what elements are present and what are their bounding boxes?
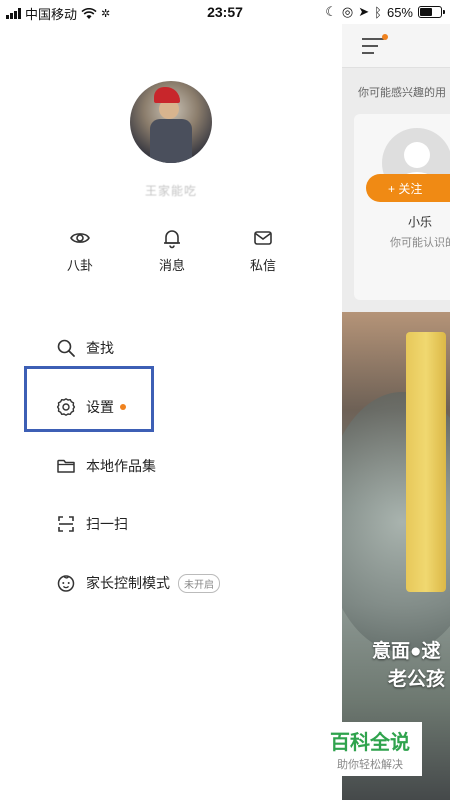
settings-highlight-box <box>24 366 154 432</box>
suggestion-heading: 你可能感兴趣的用 <box>358 87 446 99</box>
lock-rotation-icon: ◎ <box>341 4 354 19</box>
battery-percent: 65% <box>386 4 413 20</box>
menu-item-scan[interactable]: 扫一扫 <box>56 509 128 539</box>
menu-item-search[interactable]: 查找 <box>56 333 114 363</box>
suggestion-subtitle: 你可能认识的 <box>390 237 450 249</box>
menu-item-local-collection[interactable]: 本地作品集 <box>56 451 156 481</box>
location-icon: ➤ <box>358 4 370 19</box>
bell-icon <box>164 230 180 249</box>
quick-action-label: 消息 <box>158 258 185 273</box>
noodles-image <box>406 332 446 592</box>
quick-action-gossip[interactable]: 八卦 <box>52 227 108 274</box>
feed-topbar <box>342 24 450 68</box>
status-bar: 中国移动 ✲ 23:57 ☾ ◎ ➤ ᛒ 65% <box>0 0 450 24</box>
video-caption: 意面●逑 <box>372 641 441 662</box>
menu-item-label: 扫一扫 <box>86 516 128 532</box>
child-face-icon <box>57 575 75 592</box>
watermark: 百科全说 助你轻松解决 <box>318 722 422 776</box>
moon-icon: ☾ <box>325 4 337 19</box>
username[interactable]: 王家能吃 <box>0 182 342 199</box>
side-drawer: 王家能吃 八卦 消息 私信 查找 设置 本地作品集 扫一扫 家长控制模式 未开启 <box>0 24 342 800</box>
scan-icon <box>58 516 74 532</box>
menu-item-label: 查找 <box>86 340 114 356</box>
quick-action-label: 八卦 <box>66 258 93 273</box>
follow-button[interactable]: + 关注 <box>366 174 450 202</box>
quick-action-direct-message[interactable]: 私信 <box>235 227 291 274</box>
eye-icon <box>70 233 90 243</box>
folder-icon <box>57 459 75 473</box>
notification-dot <box>382 34 388 40</box>
avatar[interactable] <box>130 81 212 163</box>
video-caption: 老公孩 <box>388 669 446 690</box>
suggestion-name: 小乐 <box>408 215 433 229</box>
status-badge: 未开启 <box>178 573 220 593</box>
battery-icon <box>418 6 445 18</box>
suggestion-card[interactable]: 小乐 你可能认识的 <box>354 114 450 300</box>
quick-action-label: 私信 <box>249 258 276 273</box>
watermark-title: 百科全说 <box>330 732 410 754</box>
menu-item-label: 本地作品集 <box>86 458 156 474</box>
search-icon <box>57 339 75 357</box>
menu-item-parental-control[interactable]: 家长控制模式 未开启 <box>56 568 220 598</box>
menu-icon[interactable] <box>362 38 384 59</box>
quick-action-messages[interactable]: 消息 <box>144 227 200 274</box>
mail-icon <box>254 231 272 245</box>
feed-panel: 你可能感兴趣的用 小乐 你可能认识的 + 关注 意面●逑 老公孩 <box>342 24 450 800</box>
bluetooth-icon: ᛒ <box>374 4 382 20</box>
watermark-subtitle: 助你轻松解决 <box>337 759 403 771</box>
menu-item-label: 家长控制模式 <box>86 575 170 591</box>
